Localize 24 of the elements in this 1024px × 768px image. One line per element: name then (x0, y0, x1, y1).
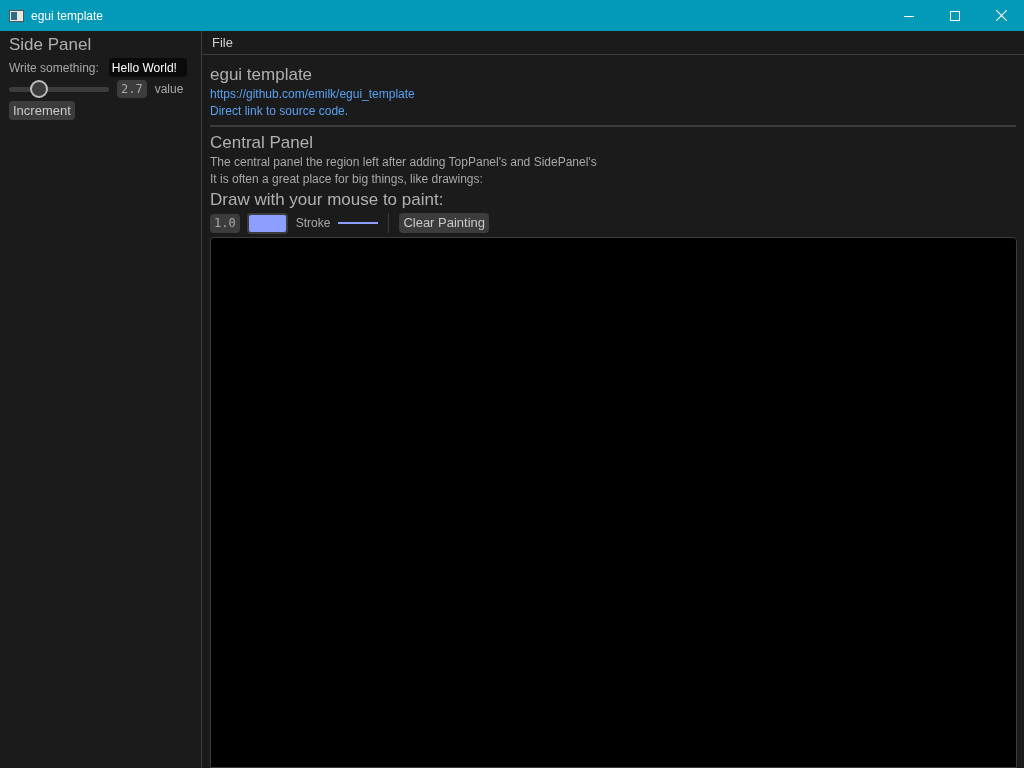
color-swatch[interactable] (246, 212, 288, 234)
paint-heading: Draw with your mouse to paint: (210, 189, 445, 211)
value-label: value (154, 81, 184, 98)
app-title: egui template (210, 64, 314, 86)
repository-link[interactable]: https://github.com/emilk/egui_template (210, 86, 415, 103)
increment-button[interactable]: Increment (9, 101, 75, 120)
window-title: egui template (31, 7, 104, 25)
panel-heading: Side Panel (9, 34, 93, 56)
panel-heading: Central Panel (210, 132, 314, 154)
menu-item[interactable]: File (212, 32, 233, 53)
text-field[interactable]: Hello World! (108, 58, 187, 77)
description-text: It is often a great place for big things, like drawings: (210, 171, 484, 188)
stroke-preview-line (338, 222, 379, 224)
source-link[interactable]: Direct link to source code. (210, 103, 349, 120)
slider-thumb[interactable] (30, 80, 48, 98)
clear-painting-button[interactable]: Clear Painting (399, 213, 490, 233)
maximize-icon (950, 10, 960, 21)
stroke-width-field[interactable]: 1.0 (210, 213, 240, 233)
value-field[interactable]: 2.7 (117, 80, 147, 98)
close-icon (995, 10, 1007, 21)
app-icon (9, 9, 24, 22)
description-text: The central panel the region left after adding TopPanel's and SidePanel's (210, 154, 598, 171)
field-label: Write something: (9, 59, 99, 77)
stroke-label: Stroke (295, 215, 331, 232)
